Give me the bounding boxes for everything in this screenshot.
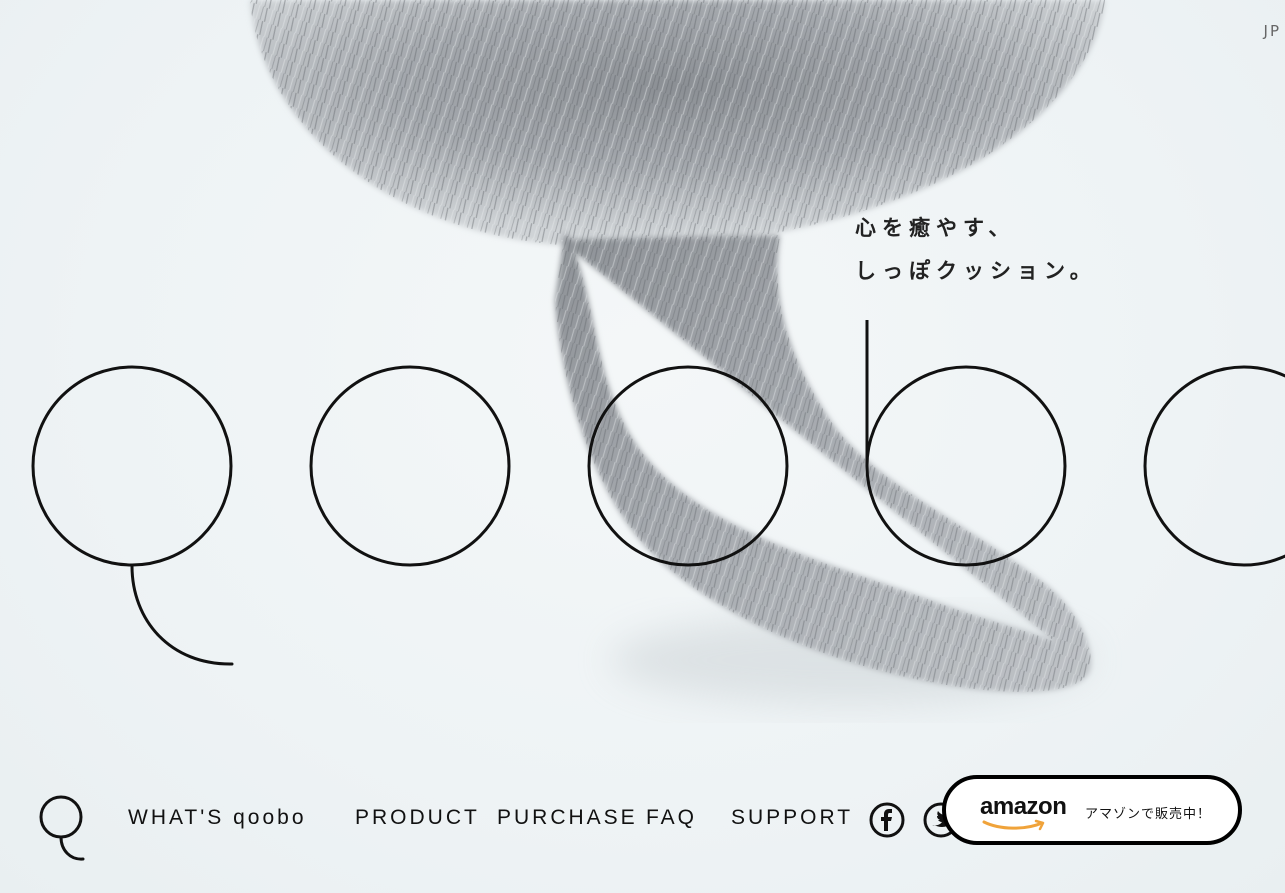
tagline-line-1: 心を癒やす、 [855,216,1016,240]
amazon-cta-text: アマゾンで販売中！ [1085,807,1212,822]
facebook-icon[interactable] [869,802,905,838]
qoobo-q-logo-icon[interactable] [38,792,88,862]
tagline-line-2: しっぽクッション。 [855,259,1097,283]
nav-faq[interactable]: FAQ [646,806,697,830]
amazon-logo: amazon [980,793,1067,820]
footer-nav: WHAT'S qoobo PRODUCT PURCHASE FAQ SUPPOR… [0,775,1285,870]
amazon-smile-icon [982,819,1045,831]
nav-whats-qoobo[interactable]: WHAT'S qoobo [128,806,307,830]
nav-purchase[interactable]: PURCHASE [497,806,638,830]
language-switch[interactable]: JP [1264,22,1281,40]
nav-support[interactable]: SUPPORT [731,806,853,830]
hero-tagline: 心を癒やす、 しっぽクッション。 [855,207,1097,293]
nav-product[interactable]: PRODUCT [355,806,480,830]
qoobo-fur-image [250,0,1105,705]
amazon-buy-button[interactable]: amazon アマゾンで販売中！ [942,775,1242,845]
